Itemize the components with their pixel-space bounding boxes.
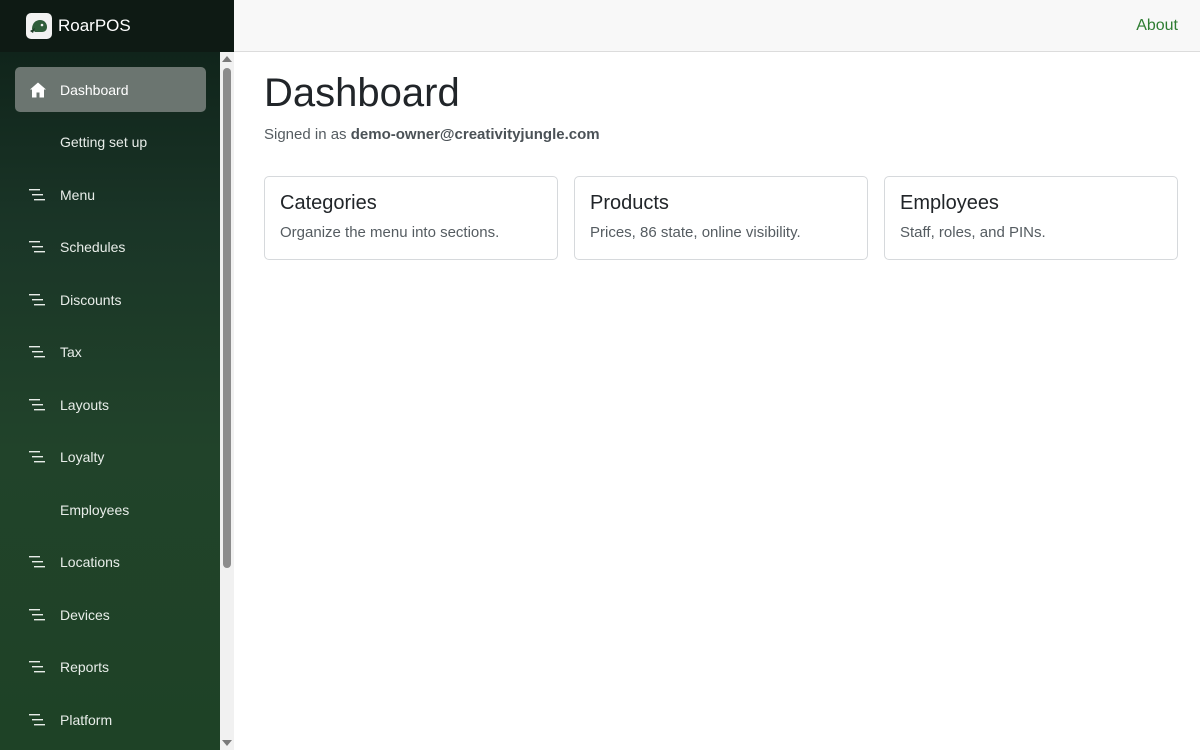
sidebar-scrollbar[interactable] <box>220 52 234 750</box>
sidebar-item-label: Employees <box>60 501 130 518</box>
sidebar-item-dashboard[interactable]: Dashboard <box>15 67 206 112</box>
sidebar-item-reports[interactable]: Reports <box>15 645 206 690</box>
sidebar-item-label: Schedules <box>60 239 126 255</box>
lines-icon <box>15 660 60 674</box>
card-description: Organize the menu into sections. <box>280 224 500 241</box>
lines-icon <box>15 188 60 202</box>
sidebar-item-schedules[interactable]: Schedules <box>15 225 206 270</box>
sidebar-item-label: Reports <box>60 659 110 675</box>
card-title: Products <box>590 192 669 214</box>
sidebar-item-label: Devices <box>60 606 110 623</box>
sidebar-item-discounts[interactable]: Discounts <box>15 277 206 322</box>
sidebar-item-employees[interactable]: Employees <box>15 487 206 532</box>
sidebar-item-platform[interactable]: Platform <box>15 697 206 742</box>
employees-card[interactable]: Employees Staff, roles, and PINs. <box>884 176 1178 260</box>
categories-card[interactable]: Categories Organize the menu into sectio… <box>264 176 558 260</box>
sidebar-item-label: Discounts <box>60 291 122 308</box>
lines-icon <box>15 450 60 464</box>
sidebar-item-tax[interactable]: Tax <box>15 330 206 375</box>
sidebar-nav: Dashboard Getting set up Menu Schedules … <box>15 67 206 750</box>
home-icon <box>15 81 60 99</box>
scroll-down-arrow-icon[interactable] <box>222 740 232 746</box>
sidebar-item-label: Menu <box>60 186 96 203</box>
lines-icon <box>15 293 60 307</box>
sidebar-item-label: Layouts <box>60 396 110 413</box>
sidebar-item-label: Locations <box>60 554 120 570</box>
lines-icon <box>15 398 60 412</box>
signed-in-prefix: Signed in as <box>264 126 351 143</box>
card-title: Employees <box>900 192 999 214</box>
products-card[interactable]: Products Prices, 86 state, online visibi… <box>574 176 868 260</box>
card-description: Prices, 86 state, online visibility. <box>590 224 801 241</box>
card-description: Staff, roles, and PINs. <box>900 224 1046 241</box>
sidebar: Dashboard Getting set up Menu Schedules … <box>0 0 220 750</box>
dashboard-cards: Categories Organize the menu into sectio… <box>264 176 1178 260</box>
signed-in-text: Signed in as demo-owner@creativityjungle… <box>264 126 1178 143</box>
sidebar-item-label: Loyalty <box>60 449 105 465</box>
sidebar-item-layouts[interactable]: Layouts <box>15 382 206 427</box>
sidebar-item-devices[interactable]: Devices <box>15 592 206 637</box>
sidebar-item-label: Platform <box>60 711 113 728</box>
scroll-up-arrow-icon[interactable] <box>222 56 232 62</box>
lines-icon <box>15 713 60 727</box>
brand-name: RoarPOS <box>58 16 131 35</box>
scroll-thumb[interactable] <box>223 68 231 568</box>
brand[interactable]: RoarPOS <box>0 0 234 52</box>
lines-icon <box>15 240 60 254</box>
about-link[interactable]: About <box>1136 17 1178 35</box>
sidebar-item-loyalty[interactable]: Loyalty <box>15 435 206 480</box>
sidebar-item-label: Getting set up <box>60 134 148 150</box>
sidebar-item-locations[interactable]: Locations <box>15 540 206 585</box>
page-title: Dashboard <box>264 71 460 115</box>
sidebar-item-label: Tax <box>60 344 82 360</box>
sidebar-item-getting-set-up[interactable]: Getting set up <box>15 120 206 165</box>
lines-icon <box>15 608 60 622</box>
sidebar-item-label: Dashboard <box>60 81 129 98</box>
lines-icon <box>15 555 60 569</box>
sidebar-item-menu[interactable]: Menu <box>15 172 206 217</box>
user-email: demo-owner@creativityjungle.com <box>350 126 600 143</box>
main-content: Dashboard Signed in as demo-owner@creati… <box>264 52 1178 260</box>
lines-icon <box>15 345 60 359</box>
lion-logo-icon <box>26 13 52 39</box>
top-bar: About <box>234 0 1200 52</box>
card-title: Categories <box>280 192 377 214</box>
